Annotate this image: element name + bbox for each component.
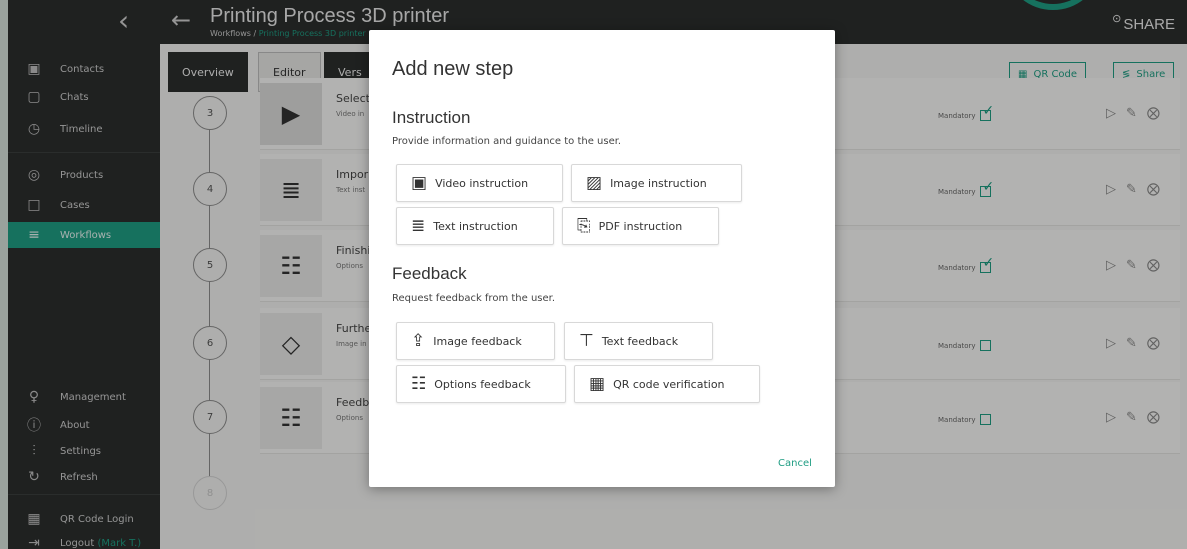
options-feedback-button[interactable]: ☷ Options feedback <box>396 365 566 403</box>
pdf-instruction-label: PDF instruction <box>598 219 683 233</box>
text-upload-icon: ⊤ <box>579 331 594 351</box>
cancel-button[interactable]: Cancel <box>778 458 812 469</box>
text-instruction-label: Text instruction <box>433 219 518 233</box>
feedback-description: Request feedback from the user. <box>392 293 556 304</box>
pdf-instruction-button[interactable]: ⎘ PDF instruction <box>562 207 719 245</box>
image-icon: ▨ <box>586 173 603 193</box>
add-step-dialog: Add new step Instruction Provide informa… <box>369 30 835 487</box>
options-feedback-label: Options feedback <box>434 377 531 391</box>
text-instruction-button[interactable]: ≣ Text instruction <box>396 207 554 245</box>
image-instruction-label: Image instruction <box>610 176 707 190</box>
dialog-title: Add new step <box>392 58 514 80</box>
qr-icon: ▦ <box>589 374 606 394</box>
qr-verification-label: QR code verification <box>613 377 725 391</box>
video-instruction-label: Video instruction <box>435 176 529 190</box>
image-upload-icon: ⇪ <box>411 331 426 351</box>
image-instruction-button[interactable]: ▨ Image instruction <box>571 164 742 202</box>
image-feedback-button[interactable]: ⇪ Image feedback <box>396 322 555 360</box>
video-icon: ▣ <box>411 173 428 193</box>
image-feedback-label: Image feedback <box>433 334 522 348</box>
pdf-icon: ⎘ <box>577 216 591 236</box>
video-instruction-button[interactable]: ▣ Video instruction <box>396 164 563 202</box>
text-icon: ≣ <box>411 216 426 236</box>
qr-verification-button[interactable]: ▦ QR code verification <box>574 365 760 403</box>
text-feedback-label: Text feedback <box>601 334 679 348</box>
instruction-heading: Instruction <box>392 108 471 127</box>
app-window: ‹ ← Printing Process 3D printer Workflow… <box>8 0 1187 549</box>
instruction-description: Provide information and guidance to the … <box>392 136 622 147</box>
options-upload-icon: ☷ <box>411 374 427 394</box>
text-feedback-button[interactable]: ⊤ Text feedback <box>564 322 713 360</box>
feedback-heading: Feedback <box>392 264 467 283</box>
